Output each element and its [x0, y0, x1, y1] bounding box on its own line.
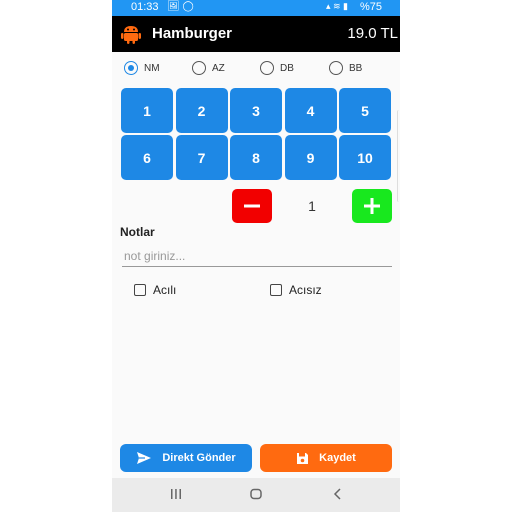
numpad-key-1[interactable]: 1: [121, 88, 173, 133]
decrease-quantity-button[interactable]: [232, 189, 272, 223]
radio-size-bb[interactable]: BB: [329, 61, 362, 75]
system-nav-bar: [112, 478, 400, 512]
radio-size-db[interactable]: DB: [260, 61, 294, 75]
radio-selected-icon: [124, 61, 138, 75]
status-time: 01:33: [131, 1, 159, 13]
quantity-value: 1: [308, 198, 316, 214]
product-price: 19.0 TL: [347, 25, 398, 42]
radio-unselected-icon: [329, 61, 343, 75]
back-icon[interactable]: [331, 487, 345, 501]
send-icon: [137, 452, 152, 464]
scroll-edge: [397, 110, 400, 202]
numpad-key-6[interactable]: 6: [121, 135, 173, 180]
battery-level: %75: [359, 1, 382, 13]
home-icon[interactable]: [249, 487, 263, 501]
numpad-key-2[interactable]: 2: [175, 88, 228, 133]
notification-icons: 🖼 ◯: [167, 1, 194, 12]
save-button[interactable]: Kaydet: [260, 444, 392, 472]
checkbox-icon: [270, 284, 282, 296]
notes-label: Notlar: [120, 225, 155, 239]
checkbox-not-spicy[interactable]: Acısız: [270, 283, 322, 297]
notes-input[interactable]: [122, 246, 392, 267]
checkbox-icon: [134, 284, 146, 296]
increase-quantity-button[interactable]: [352, 189, 392, 223]
plus-icon: [364, 198, 380, 214]
radio-size-nm[interactable]: NM: [124, 61, 160, 75]
status-bar: 01:33 🖼 ◯ ▴ ≋ ▮ %75: [112, 0, 400, 16]
numpad-key-3[interactable]: 3: [230, 88, 282, 133]
radio-label: DB: [280, 62, 294, 74]
checkbox-spicy[interactable]: Acılı: [134, 283, 176, 297]
size-radio-group: NM AZ DB BB: [112, 61, 400, 79]
phone-screen: 01:33 🖼 ◯ ▴ ≋ ▮ %75 Hamburger 19.0 TL NM…: [112, 0, 400, 512]
direct-send-button[interactable]: Direkt Gönder: [120, 444, 252, 472]
numpad-key-9[interactable]: 9: [284, 135, 337, 180]
radio-unselected-icon: [192, 61, 206, 75]
send-label: Direkt Gönder: [162, 452, 236, 464]
radio-label: AZ: [212, 62, 225, 74]
signal-icon: ▴ ≋ ▮: [325, 1, 348, 11]
android-logo-icon: [121, 26, 141, 44]
checkbox-label: Acılı: [153, 283, 177, 297]
save-label: Kaydet: [319, 452, 356, 464]
numpad-key-4[interactable]: 4: [284, 88, 337, 133]
numpad-key-8[interactable]: 8: [230, 135, 282, 180]
radio-size-az[interactable]: AZ: [192, 61, 225, 75]
numpad-key-7[interactable]: 7: [175, 135, 228, 180]
radio-label: NM: [144, 62, 160, 74]
numpad-key-5[interactable]: 5: [339, 88, 391, 133]
checkbox-label: Acısız: [289, 283, 322, 297]
floppy-disk-icon: [297, 452, 309, 464]
app-toolbar: Hamburger 19.0 TL: [112, 16, 400, 52]
radio-unselected-icon: [260, 61, 274, 75]
numpad-key-10[interactable]: 10: [339, 135, 391, 180]
minus-icon: [244, 204, 260, 208]
recent-apps-icon[interactable]: [169, 487, 183, 501]
product-title: Hamburger: [152, 25, 233, 42]
radio-label: BB: [349, 62, 363, 74]
